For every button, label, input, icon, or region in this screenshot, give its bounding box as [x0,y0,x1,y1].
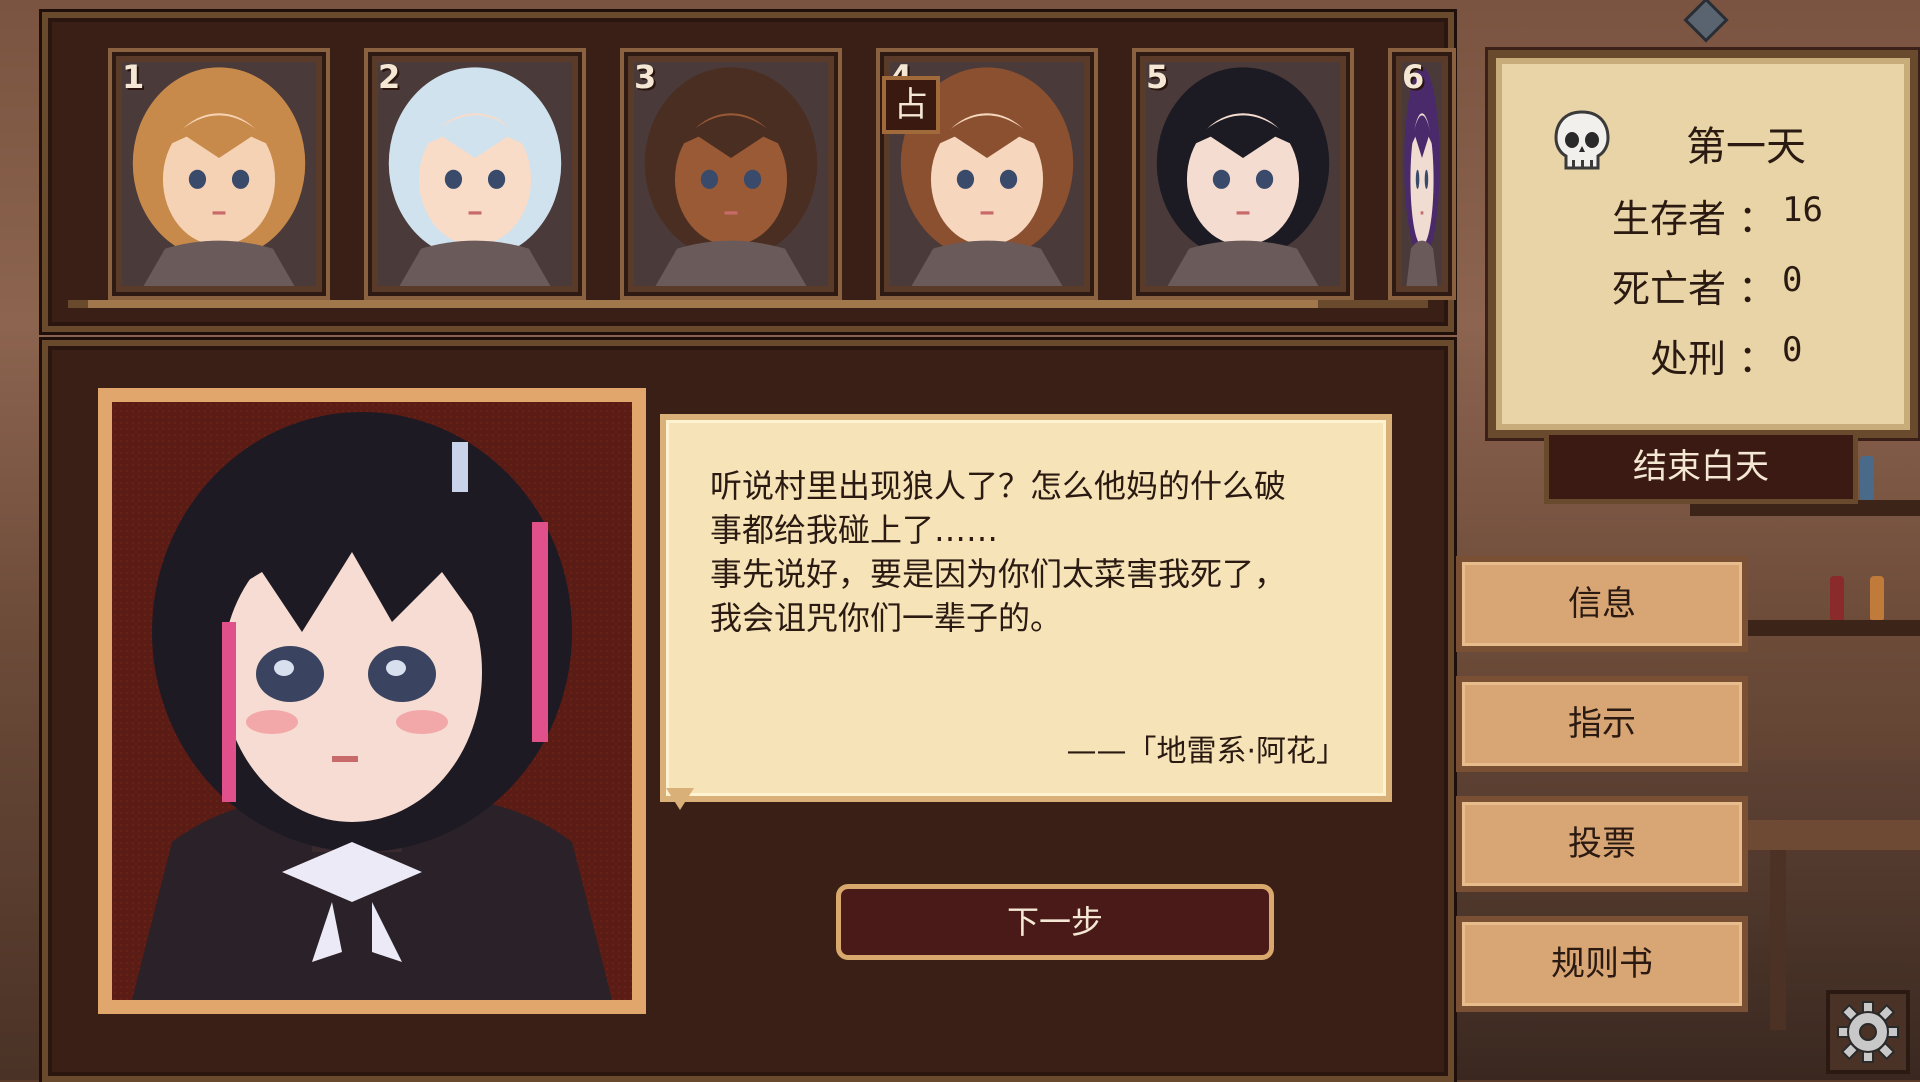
character-number: 5 [1146,58,1169,96]
character-portrait [634,62,828,286]
character-number: 1 [122,58,145,96]
speech-bubble: 听说村里出现狼人了？怎么他妈的什么破 事都给我碰上了…… 事先说好，要是因为你们… [660,414,1392,802]
instructions-button[interactable]: 指示 [1456,676,1748,772]
dead-count: 0 [1782,260,1803,300]
next-step-button[interactable]: 下一步 [836,884,1274,960]
character-portrait [122,62,316,286]
skull-icon [1554,110,1610,170]
character-number: 6 [1402,58,1425,96]
character-card-6[interactable]: 6 [1388,48,1456,300]
vote-button[interactable]: 投票 [1456,796,1748,892]
background-bottle [1860,456,1874,500]
survivors-label: 生存者 ： [1612,197,1777,241]
speaker-portrait-frame [98,388,646,1014]
dialogue-text: 听说村里出现狼人了？怎么他妈的什么破 事都给我碰上了…… 事先说好，要是因为你们… [710,467,1287,637]
background-stool [1770,850,1786,1030]
role-badge: 占 [882,76,940,134]
gear-icon [1837,1001,1899,1063]
background-table [1720,820,1920,850]
dead-row: 死亡者 ： 0 [1612,258,1802,313]
day-label: 第一天 [1686,124,1806,170]
background-bottle [1870,576,1884,620]
character-roster-panel: 1234占56 [42,12,1456,332]
speaker-portrait [112,402,632,1000]
character-card-3[interactable]: 3 [620,48,842,300]
executed-row: 处刑 ： 0 [1650,328,1802,383]
character-card-5[interactable]: 5 [1132,48,1354,300]
character-number: 2 [378,58,401,96]
rulebook-button[interactable]: 规则书 [1456,916,1748,1012]
survivors-row: 生存者 ： 16 [1612,188,1823,243]
executed-label: 处刑 ： [1650,337,1777,381]
dialogue-attribution: ——「地雷系·阿花」 [1066,734,1346,769]
character-portrait [378,62,572,286]
character-number: 3 [634,58,657,96]
executed-count: 0 [1782,330,1803,370]
settings-button[interactable] [1826,990,1910,1074]
speech-bubble-tail [666,788,694,810]
character-portrait [1146,62,1340,286]
roster-scrollbar[interactable] [68,300,1428,308]
end-day-button[interactable]: 结束白天 [1544,430,1858,504]
roster-scroll-thumb[interactable] [88,300,1318,308]
character-card-1[interactable]: 1 [108,48,330,300]
character-card-2[interactable]: 2 [364,48,586,300]
background-bottle [1830,576,1844,620]
survivors-count: 16 [1782,190,1823,230]
info-button[interactable]: 信息 [1456,556,1748,652]
speaker-portrait-art [132,412,612,1000]
day-status-panel: 第一天 生存者 ： 16 死亡者 ： 0 处刑 ： 0 [1488,50,1918,438]
dead-label: 死亡者 ： [1612,267,1777,311]
